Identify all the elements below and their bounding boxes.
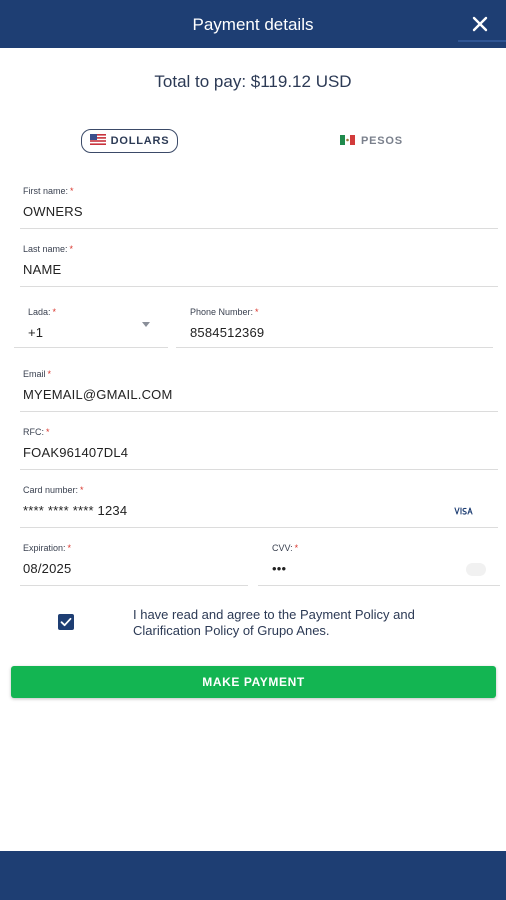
email-label: Email * bbox=[23, 369, 52, 379]
first-name-input[interactable]: OWNERS bbox=[23, 204, 83, 219]
phone-number-field[interactable]: Phone Number: * 8584512369 bbox=[176, 307, 493, 348]
currency-pesos-button[interactable]: PESOS bbox=[340, 132, 420, 150]
header-bar: Payment details bbox=[0, 0, 506, 48]
card-number-underline bbox=[20, 527, 498, 528]
last-name-field[interactable]: Last name: * NAME bbox=[20, 244, 499, 287]
currency-dollars-button[interactable]: DOLLARS bbox=[81, 129, 178, 153]
card-number-input[interactable]: **** **** **** 1234 bbox=[23, 503, 127, 518]
lada-select[interactable]: Lada: * +1 bbox=[14, 307, 168, 348]
close-tab-indicator bbox=[458, 40, 506, 42]
rfc-input[interactable]: FOAK961407DL4 bbox=[23, 445, 128, 460]
make-payment-button[interactable]: MAKE PAYMENT bbox=[11, 666, 496, 698]
agree-checkbox[interactable] bbox=[58, 614, 74, 630]
cvv-help-icon[interactable] bbox=[466, 563, 486, 576]
card-number-label: Card number: * bbox=[23, 485, 84, 495]
expiration-input[interactable]: 08/2025 bbox=[23, 561, 71, 576]
cvv-underline bbox=[258, 585, 500, 586]
us-flag-icon bbox=[89, 134, 106, 148]
footer-bar bbox=[0, 851, 506, 900]
mx-flag-icon bbox=[340, 134, 355, 148]
first-name-label: First name: * bbox=[23, 186, 74, 196]
chevron-down-icon[interactable] bbox=[142, 322, 150, 327]
currency-dollars-label: DOLLARS bbox=[110, 135, 170, 147]
phone-number-underline bbox=[176, 347, 493, 348]
checkmark-icon bbox=[60, 617, 72, 627]
first-name-field[interactable]: First name: * OWNERS bbox=[20, 186, 499, 229]
phone-number-input[interactable]: 8584512369 bbox=[190, 325, 264, 340]
lada-value: +1 bbox=[28, 325, 44, 340]
card-number-field[interactable]: Card number: * **** **** **** 1234 bbox=[20, 485, 499, 528]
agreement-text: I have read and agree to the Payment Pol… bbox=[133, 607, 415, 638]
expiration-label: Expiration: * bbox=[23, 543, 72, 553]
phone-number-label: Phone Number: * bbox=[190, 307, 259, 317]
close-icon[interactable] bbox=[468, 12, 492, 36]
cvv-field[interactable]: CVV: * ••• bbox=[258, 543, 500, 586]
expiration-underline bbox=[20, 585, 248, 586]
cvv-input[interactable]: ••• bbox=[272, 561, 286, 576]
first-name-underline bbox=[20, 228, 498, 229]
lada-label: Lada: * bbox=[28, 307, 57, 317]
last-name-underline bbox=[20, 286, 498, 287]
email-input[interactable]: MYEMAIL@GMAIL.COM bbox=[23, 387, 173, 402]
visa-icon bbox=[452, 504, 474, 516]
total-to-pay: Total to pay: $119.12 USD bbox=[154, 72, 352, 91]
cvv-label: CVV: * bbox=[272, 543, 299, 553]
rfc-label: RFC: * bbox=[23, 427, 50, 437]
currency-pesos-label: PESOS bbox=[361, 135, 403, 147]
page-title: Payment details bbox=[192, 15, 314, 34]
email-underline bbox=[20, 411, 498, 412]
expiration-field[interactable]: Expiration: * 08/2025 bbox=[20, 543, 249, 586]
rfc-field[interactable]: RFC: * FOAK961407DL4 bbox=[20, 427, 499, 470]
last-name-label: Last name: * bbox=[23, 244, 74, 254]
lada-underline bbox=[14, 347, 168, 348]
last-name-input[interactable]: NAME bbox=[23, 262, 61, 277]
email-field[interactable]: Email * MYEMAIL@GMAIL.COM bbox=[20, 369, 499, 412]
rfc-underline bbox=[20, 469, 498, 470]
